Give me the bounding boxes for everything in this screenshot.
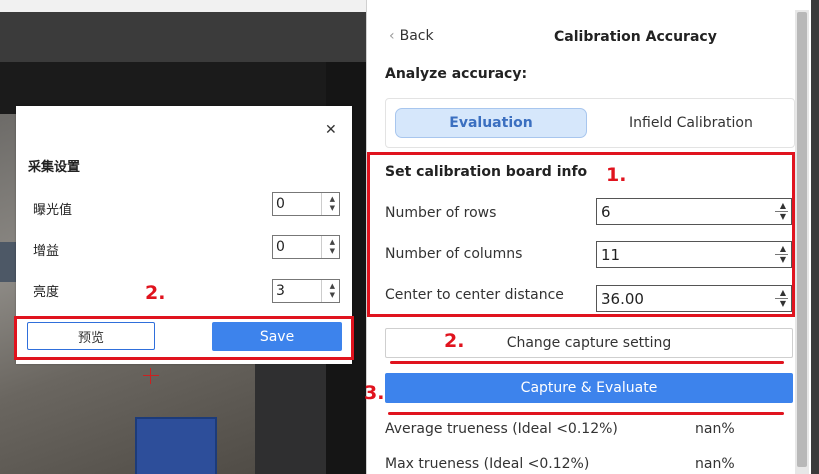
chevron-down-icon[interactable]: ▼ — [330, 291, 335, 299]
capture-settings-dialog: ✕ 采集设置 曝光值 0 ▲ ▼ 增益 0 ▲ ▼ 亮度 3 ▲ ▼ 2. 预览… — [14, 106, 354, 364]
chevron-down-icon[interactable]: ▼ — [780, 212, 786, 221]
spin-arrows[interactable]: ▲ ▼ — [321, 236, 339, 258]
chevron-up-icon[interactable]: ▲ — [330, 282, 335, 290]
columns-value: 11 — [601, 246, 621, 264]
annotation-marker-2: 2. — [444, 330, 465, 352]
brightness-spinbox[interactable]: 3 ▲ ▼ — [272, 279, 340, 303]
annotation-marker-1: 1. — [606, 164, 627, 186]
tab-infield-calibration[interactable]: Infield Calibration — [629, 115, 753, 131]
chevron-up-icon[interactable]: ▲ — [330, 238, 335, 246]
close-icon[interactable]: ✕ — [325, 122, 337, 138]
save-button[interactable]: Save — [212, 322, 342, 351]
chevron-up-icon[interactable]: ▲ — [780, 201, 786, 210]
gain-value: 0 — [276, 239, 285, 255]
gain-label: 增益 — [33, 244, 60, 259]
chevron-up-icon[interactable]: ▲ — [330, 195, 335, 203]
spin-arrows[interactable]: ▲ ▼ — [321, 280, 339, 302]
spin-arrows[interactable]: ▲ ▼ — [772, 286, 791, 311]
annotation-marker-2: 2. — [145, 282, 166, 304]
average-trueness-label: Average trueness (Ideal <0.12%) — [385, 421, 618, 437]
exposure-label: 曝光值 — [33, 203, 73, 218]
chevron-down-icon[interactable]: ▼ — [330, 247, 335, 255]
columns-label: Number of columns — [385, 246, 523, 262]
chevron-down-icon[interactable]: ▼ — [780, 299, 786, 308]
chevron-down-icon[interactable]: ▼ — [780, 255, 786, 264]
exposure-spinbox[interactable]: 0 ▲ ▼ — [272, 192, 340, 216]
spin-arrows[interactable]: ▲ ▼ — [772, 242, 791, 267]
distance-label: Center to center distance — [385, 287, 564, 303]
chevron-down-icon[interactable]: ▼ — [330, 204, 335, 212]
back-button[interactable]: ‹ Back — [389, 28, 434, 44]
window-right-edge — [811, 0, 819, 474]
tab-evaluation[interactable]: Evaluation — [395, 108, 587, 138]
spin-arrows[interactable]: ▲ ▼ — [772, 199, 791, 224]
crosshair-icon — [143, 368, 159, 384]
rows-label: Number of rows — [385, 205, 497, 221]
distance-spinbox[interactable]: 36.00 ▲ ▼ — [596, 285, 792, 312]
gain-spinbox[interactable]: 0 ▲ ▼ — [272, 235, 340, 259]
mode-tabs: Evaluation Infield Calibration — [385, 98, 795, 148]
capture-evaluate-button[interactable]: Capture & Evaluate — [385, 373, 793, 403]
window-top-edge — [0, 0, 366, 12]
back-label: Back — [399, 28, 434, 44]
max-trueness-value: nan% — [695, 456, 735, 472]
board-info-title: Set calibration board info — [385, 164, 588, 180]
max-trueness-label: Max trueness (Ideal <0.12%) — [385, 456, 590, 472]
annotation-marker-3: 3. — [364, 382, 385, 404]
annotation-underline — [390, 361, 784, 364]
page-title: Calibration Accuracy — [554, 29, 717, 45]
brightness-label: 亮度 — [33, 285, 60, 300]
distance-value: 36.00 — [601, 290, 644, 308]
analyze-label: Analyze accuracy: — [385, 66, 528, 82]
dialog-title: 采集设置 — [28, 160, 81, 175]
rows-spinbox[interactable]: 6 ▲ ▼ — [596, 198, 792, 225]
average-trueness-value: nan% — [695, 421, 735, 437]
annotation-underline — [388, 412, 784, 415]
chevron-up-icon[interactable]: ▲ — [780, 244, 786, 253]
chevron-left-icon: ‹ — [389, 28, 395, 44]
chevron-up-icon[interactable]: ▲ — [780, 288, 786, 297]
exposure-value: 0 — [276, 196, 285, 212]
camera-object-blue-box — [135, 417, 217, 474]
spin-arrows[interactable]: ▲ ▼ — [321, 193, 339, 215]
scrollbar-thumb[interactable] — [797, 12, 807, 467]
columns-spinbox[interactable]: 11 ▲ ▼ — [596, 241, 792, 268]
preview-button[interactable]: 预览 — [27, 322, 155, 350]
brightness-value: 3 — [276, 283, 285, 299]
rows-value: 6 — [601, 203, 611, 221]
